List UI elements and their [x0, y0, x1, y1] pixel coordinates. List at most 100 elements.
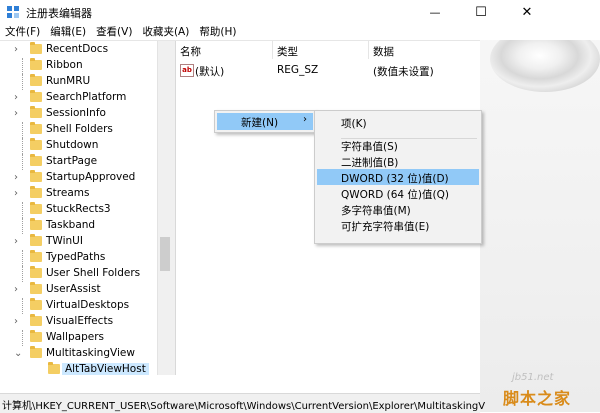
- tree-item-alttabviewhost[interactable]: AltTabViewHost: [0, 362, 157, 375]
- tree-guide-line: [22, 218, 23, 234]
- tree-guide-line: [22, 154, 23, 170]
- tree-item-runmru[interactable]: RunMRU: [0, 74, 157, 90]
- minimize-button[interactable]: —: [412, 0, 458, 24]
- menu-bar: 文件(F) 编辑(E) 查看(V) 收藏夹(A) 帮助(H): [0, 24, 600, 40]
- tree-item-label: Streams: [46, 187, 90, 199]
- tree-item-shell-folders[interactable]: Shell Folders: [0, 122, 157, 138]
- minimize-icon: —: [429, 5, 441, 19]
- menu-item-qword-value[interactable]: QWORD (64 位)值(Q): [317, 185, 479, 201]
- folder-icon: [30, 202, 42, 214]
- menu-item-string-value[interactable]: 字符串值(S): [317, 137, 479, 153]
- tree-item-visualeffects[interactable]: › VisualEffects: [0, 314, 157, 330]
- menu-item-label: 字符串值(S): [341, 141, 398, 153]
- menu-edit[interactable]: 编辑(E): [45, 24, 91, 40]
- submenu-arrow-icon: ›: [303, 114, 307, 125]
- expand-chevron-icon[interactable]: ›: [14, 236, 18, 247]
- tree-guide-line: [22, 202, 23, 218]
- tree-item-recentdocs[interactable]: › RecentDocs: [0, 42, 157, 58]
- tree-item-shutdown[interactable]: Shutdown: [0, 138, 157, 154]
- menu-favorites[interactable]: 收藏夹(A): [137, 24, 194, 40]
- tree-item-taskband[interactable]: Taskband: [0, 218, 157, 234]
- folder-icon: [30, 138, 42, 150]
- pane-splitter[interactable]: [172, 41, 176, 375]
- value-row-default[interactable]: ab (默认) REG_SZ (数值未设置): [176, 62, 480, 78]
- tree-scrollbar-thumb[interactable]: [160, 237, 170, 271]
- new-submenu: 项(K) 字符串值(S) 二进制值(B) DWORD (32 位)值(D) QW…: [314, 110, 482, 244]
- tree-item-label: TypedPaths: [46, 251, 106, 263]
- tree-item-label: RecentDocs: [46, 43, 109, 55]
- value-type: REG_SZ: [277, 64, 319, 76]
- tree-item-userassist[interactable]: › UserAssist: [0, 282, 157, 298]
- key-tree[interactable]: › RecentDocs Ribbon RunMRU › SearchPlatf…: [0, 41, 172, 375]
- column-divider[interactable]: [368, 41, 369, 59]
- expand-chevron-icon[interactable]: ›: [14, 92, 18, 103]
- menu-item-label: DWORD (32 位)值(D): [341, 173, 449, 185]
- watermark-site: jb51.net: [512, 372, 554, 383]
- menu-item-binary-value[interactable]: 二进制值(B): [317, 153, 479, 169]
- column-header-type[interactable]: 类型: [277, 44, 298, 59]
- tree-item-label-selected: AltTabViewHost: [62, 363, 149, 375]
- maximize-icon: ☐: [475, 4, 487, 20]
- menu-item-expandable-string-value[interactable]: 可扩充字符串值(E): [317, 217, 479, 233]
- tree-item-label: StartupApproved: [46, 171, 136, 183]
- menu-item-label: 新建(N): [241, 117, 279, 129]
- column-divider[interactable]: [272, 41, 273, 59]
- tree-guide-line: [22, 330, 23, 346]
- tree-item-wallpapers[interactable]: Wallpapers: [0, 330, 157, 346]
- expand-chevron-icon[interactable]: ›: [14, 188, 18, 199]
- expand-chevron-icon[interactable]: ›: [14, 44, 18, 55]
- tree-item-label: Shutdown: [46, 139, 99, 151]
- folder-icon: [30, 218, 42, 230]
- tree-item-label: VisualEffects: [46, 315, 114, 327]
- folder-icon: [30, 90, 42, 102]
- menu-item-new[interactable]: 新建(N) ›: [217, 113, 313, 130]
- tree-item-streams[interactable]: › Streams: [0, 186, 157, 202]
- folder-icon: [30, 346, 42, 358]
- folder-icon: [30, 58, 42, 70]
- value-data: (数值未设置): [373, 66, 434, 78]
- tree-guide-line: [22, 266, 23, 282]
- menu-item-multi-string-value[interactable]: 多字符串值(M): [317, 201, 479, 217]
- tree-item-label: SearchPlatform: [46, 91, 127, 103]
- maximize-button[interactable]: ☐: [458, 0, 504, 24]
- window-title: 注册表编辑器: [26, 7, 92, 20]
- expand-chevron-icon[interactable]: ›: [14, 108, 18, 119]
- string-value-icon: ab: [180, 64, 194, 77]
- tree-item-stuckrects3[interactable]: StuckRects3: [0, 202, 157, 218]
- tree-item-searchplatform[interactable]: › SearchPlatform: [0, 90, 157, 106]
- column-header-name[interactable]: 名称: [180, 44, 201, 59]
- menu-view[interactable]: 查看(V): [91, 24, 137, 40]
- tree-item-label: SessionInfo: [46, 107, 106, 119]
- tree-item-virtualdesktops[interactable]: VirtualDesktops: [0, 298, 157, 314]
- menu-file[interactable]: 文件(F): [0, 24, 45, 40]
- tree-scrollbar[interactable]: [157, 41, 172, 375]
- tree-item-startupapproved[interactable]: › StartupApproved: [0, 170, 157, 186]
- menu-item-dword-value[interactable]: DWORD (32 位)值(D): [317, 169, 479, 185]
- expand-chevron-icon[interactable]: ›: [14, 284, 18, 295]
- folder-icon: [30, 74, 42, 86]
- menu-item-key[interactable]: 项(K): [317, 114, 479, 130]
- folder-icon: [30, 314, 42, 326]
- menu-item-label: 可扩充字符串值(E): [341, 221, 430, 233]
- tree-item-label: User Shell Folders: [46, 267, 141, 279]
- close-button[interactable]: ✕: [504, 0, 550, 24]
- expand-chevron-icon[interactable]: ›: [14, 172, 18, 183]
- tree-guide-line: [22, 74, 23, 90]
- tree-guide-line: [22, 250, 23, 266]
- folder-icon: [30, 298, 42, 310]
- tree-item-multitaskingview[interactable]: ⌄ MultitaskingView: [0, 346, 157, 362]
- tree-item-label: TWinUI: [46, 235, 83, 247]
- tree-item-twinui[interactable]: › TWinUI: [0, 234, 157, 250]
- tree-item-typedpaths[interactable]: TypedPaths: [0, 250, 157, 266]
- tree-item-startpage[interactable]: StartPage: [0, 154, 157, 170]
- collapse-chevron-icon[interactable]: ⌄: [14, 348, 22, 359]
- title-bar: 注册表编辑器 — ☐ ✕: [0, 0, 600, 24]
- tree-item-sessioninfo[interactable]: › SessionInfo: [0, 106, 157, 122]
- menu-help[interactable]: 帮助(H): [194, 24, 241, 40]
- tree-item-label: Shell Folders: [46, 123, 113, 135]
- column-header-data[interactable]: 数据: [373, 44, 394, 59]
- tree-item-ribbon[interactable]: Ribbon: [0, 58, 157, 74]
- expand-chevron-icon[interactable]: ›: [14, 316, 18, 327]
- tree-item-user-shell-folders[interactable]: User Shell Folders: [0, 266, 157, 282]
- tree-item-label: Wallpapers: [46, 331, 104, 343]
